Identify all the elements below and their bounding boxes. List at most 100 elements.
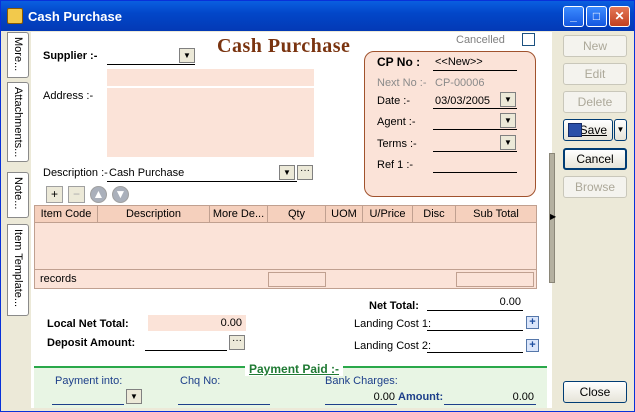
next-no-label: Next No :- [377,77,427,89]
records-label: records [40,273,77,285]
move-up-icon[interactable]: ▲ [90,186,107,203]
tab-note[interactable]: Note... [7,172,29,218]
minimize-icon[interactable]: _ [563,6,584,27]
payment-section: Payment Paid :- Payment into: ▼ Chq No: … [34,362,547,408]
landing-cost1-field[interactable] [427,314,523,331]
side-tab-strip: More... Attachments... Note... Item Temp… [7,32,29,317]
col-disc[interactable]: Disc [413,206,456,223]
amount-value: 0.00 [512,391,534,403]
landing-cost2-field[interactable] [427,336,523,353]
amount-label: Amount: [398,391,444,403]
next-no-value: CP-00006 [435,77,485,89]
col-subtotal[interactable]: Sub Total [456,206,536,223]
close-button[interactable]: Close [563,381,627,403]
landing-cost1-add-icon[interactable]: + [526,316,539,329]
landing-cost2-label: Landing Cost 2: [354,340,432,352]
save-button[interactable]: Save [563,119,613,141]
payment-section-title: Payment Paid :- [245,362,344,376]
description-ellipsis-icon[interactable]: ··· [297,165,313,180]
move-down-icon[interactable]: ▼ [112,186,129,203]
description-field[interactable]: Cash Purchase [107,164,297,182]
landing-cost2-add-icon[interactable]: + [526,339,539,352]
net-total-field: 0.00 [427,294,523,311]
net-total-value: 0.00 [499,296,521,308]
remove-row-icon[interactable]: − [68,186,85,203]
tab-attachments-label: Attachments... [12,87,24,158]
grid-footer: records [35,269,536,288]
add-row-icon[interactable]: + [46,186,63,203]
chq-no-label: Chq No: [180,375,221,387]
address-field[interactable] [107,88,314,157]
col-uprice[interactable]: U/Price [363,206,413,223]
payment-into-field[interactable] [52,389,124,405]
amount-field[interactable]: 0.00 [444,389,536,405]
form-content: Cash Purchase Cancelled Supplier :- ▼ Ad… [31,32,552,408]
col-item-code[interactable]: Item Code [35,206,98,223]
title-bar[interactable]: Cash Purchase _ □ ✕ [1,1,634,31]
close-icon[interactable]: ✕ [609,6,630,27]
edit-button[interactable]: Edit [563,63,627,85]
items-grid[interactable]: Item Code Description More De... Qty UOM… [34,205,537,289]
cp-no-value: <<New>> [435,56,483,68]
landing-cost1-label: Landing Cost 1: [354,318,432,330]
tab-more[interactable]: More... [7,32,29,78]
col-qty[interactable]: Qty [268,206,326,223]
terms-dropdown-icon[interactable]: ▼ [500,135,516,150]
net-total-label: Net Total: [369,300,419,312]
subtotal-total-cell [456,272,534,287]
description-label: Description :- [43,167,108,179]
bank-charges-field[interactable]: 0.00 [325,389,397,405]
action-button-panel: New Edit Delete Save ▼ Cancel Browse Clo… [556,32,634,410]
deposit-amount-field[interactable] [145,334,227,351]
description-dropdown-icon[interactable]: ▼ [279,165,295,180]
save-button-label: Save [579,123,607,137]
date-dropdown-icon[interactable]: ▼ [500,92,516,107]
form-heading: Cash Purchase [217,35,351,57]
payment-into-dropdown-icon[interactable]: ▼ [126,389,142,404]
window-title: Cash Purchase [28,9,122,24]
delete-button[interactable]: Delete [563,91,627,113]
agent-dropdown-icon[interactable]: ▼ [500,113,516,128]
new-button[interactable]: New [563,35,627,57]
supplier-label: Supplier :- [43,50,98,62]
deposit-amount-label: Deposit Amount: [47,337,136,349]
description-value: Cash Purchase [109,167,185,179]
tab-item-template-label: Item Template... [12,229,24,308]
cancel-button[interactable]: Cancel [563,148,627,170]
tab-more-label: More... [12,37,24,72]
supplier-dropdown-icon[interactable]: ▼ [179,48,195,63]
panel-splitter[interactable]: ▶ [549,153,556,283]
local-net-total-label: Local Net Total: [47,318,129,330]
deposit-ellipsis-icon[interactable]: ··· [229,335,245,350]
tab-item-template[interactable]: Item Template... [7,224,29,316]
chq-no-field[interactable] [178,389,270,405]
ref1-label: Ref 1 :- [377,159,414,171]
save-options-dropdown-icon[interactable]: ▼ [614,119,627,141]
cp-no-label: CP No : [377,55,421,69]
ref1-field[interactable] [433,156,517,173]
address-label: Address :- [43,90,94,102]
date-value: 03/03/2005 [435,95,491,107]
tab-attachments[interactable]: Attachments... [7,82,29,162]
terms-label: Terms :- [377,138,417,150]
cancelled-checkbox[interactable] [522,33,535,46]
supplier-name-field[interactable] [107,69,314,86]
cash-purchase-window: Cash Purchase _ □ ✕ More... Attachments.… [0,0,635,412]
col-description[interactable]: Description [98,206,210,223]
save-icon [568,123,582,137]
col-uom[interactable]: UOM [326,206,363,223]
qty-total-cell [268,272,326,287]
browse-button[interactable]: Browse [563,176,627,198]
tab-note-label: Note... [12,177,24,210]
bank-charges-label: Bank Charges: [325,375,398,387]
app-icon [7,8,23,24]
cp-info-panel: CP No : <<New>> Next No :- CP-00006 Date… [364,51,536,197]
agent-label: Agent :- [377,116,416,128]
col-more-desc[interactable]: More De... [210,206,268,223]
grid-header: Item Code Description More De... Qty UOM… [35,206,536,223]
cp-no-field[interactable]: <<New>> [433,54,517,71]
maximize-icon[interactable]: □ [586,6,607,27]
local-net-total-value: 0.00 [220,317,242,329]
date-label: Date :- [377,95,411,107]
cancelled-label: Cancelled [456,34,505,46]
